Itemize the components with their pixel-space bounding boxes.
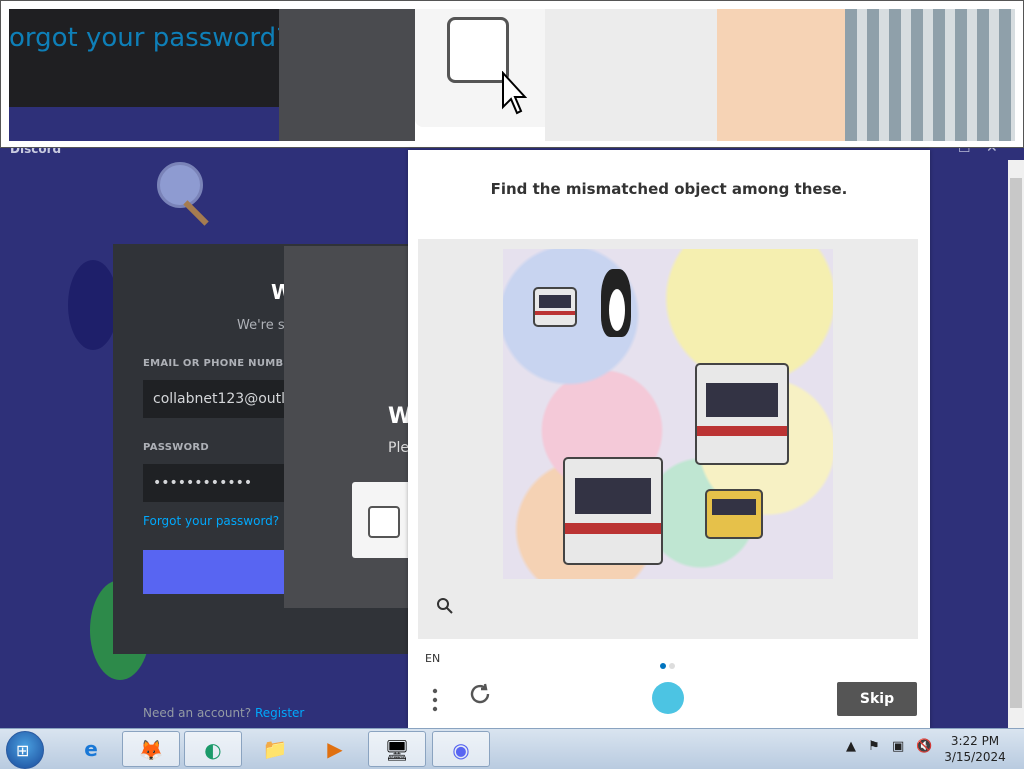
- vertical-dots-icon[interactable]: [432, 688, 438, 712]
- zoom-gray-segment: [279, 9, 415, 141]
- flag-icon[interactable]: ⚑: [868, 739, 880, 754]
- taskbar: ⊞ e 🦊 ◐ 📁 ▶ 🖥 ◉ ▲ ⚑ ▣ 🔇 3:22 PM 3/15/202…: [0, 728, 1024, 769]
- volume-muted-icon[interactable]: 🔇: [916, 739, 932, 754]
- hcaptcha-challenge: Find the mismatched object among these. …: [408, 150, 930, 728]
- clock-date: 3/15/2024: [944, 750, 1006, 764]
- file-explorer-icon[interactable]: 📁: [246, 731, 304, 767]
- zoom-checkbox: [447, 17, 509, 83]
- challenge-image[interactable]: [503, 249, 833, 579]
- penguin-image: [601, 269, 631, 337]
- challenge-image-area: [418, 239, 918, 639]
- clock-time: 3:22 PM: [950, 734, 1000, 748]
- magnifier-illustration-icon: [157, 162, 203, 208]
- zoom-light-segment: [545, 9, 717, 141]
- hcaptcha-checkbox[interactable]: [368, 506, 400, 538]
- refresh-icon[interactable]: [468, 682, 492, 713]
- email-label: EMAIL OR PHONE NUMB: [143, 358, 284, 369]
- zoom-navy-band: [9, 107, 279, 141]
- register-link[interactable]: Register: [255, 706, 304, 720]
- bus-bottom-image: [563, 457, 663, 565]
- hcaptcha-logo-icon[interactable]: [652, 682, 684, 714]
- internet-explorer-icon[interactable]: e: [62, 731, 120, 767]
- page-dot: [669, 663, 675, 669]
- windows-flag-icon: ⊞: [16, 741, 30, 760]
- login-subtitle: We're s: [237, 318, 285, 333]
- page-dot-active: [660, 663, 666, 669]
- bus-yellow-image: [705, 489, 763, 539]
- language-selector[interactable]: EN: [425, 652, 440, 665]
- discord-taskbar-icon[interactable]: ◉: [432, 731, 490, 767]
- magnifier-handle: [183, 200, 209, 226]
- zoom-strip: orgot your password?: [0, 0, 1024, 148]
- network-app-icon[interactable]: 🖥: [368, 731, 426, 767]
- plant-illustration: [68, 260, 118, 350]
- edge-icon[interactable]: ◐: [184, 731, 242, 767]
- magnifier-icon[interactable]: [436, 597, 454, 620]
- clock[interactable]: 3:22 PM 3/15/2024: [940, 733, 1010, 765]
- forgot-password-link[interactable]: Forgot your password?: [143, 514, 279, 528]
- page-indicator: [660, 654, 678, 673]
- hcaptcha-overlay-subtitle: Ple: [388, 440, 409, 456]
- bus-large-image: [695, 363, 789, 465]
- zoom-peach-segment: [717, 9, 845, 141]
- tray-expand-icon[interactable]: ▲: [846, 739, 856, 754]
- scroll-thumb[interactable]: [1010, 178, 1022, 708]
- need-account-text: Need an account? Register: [143, 706, 304, 720]
- firefox-icon[interactable]: 🦊: [122, 731, 180, 767]
- scrollbar[interactable]: [1008, 160, 1024, 730]
- challenge-prompt: Find the mismatched object among these.: [490, 180, 848, 198]
- cursor-icon: [502, 71, 527, 115]
- network-icon[interactable]: ▣: [892, 739, 904, 754]
- password-label: PASSWORD: [143, 442, 210, 453]
- start-button[interactable]: ⊞: [6, 731, 44, 769]
- zoom-photo-segment: [845, 9, 1015, 141]
- skip-button[interactable]: Skip: [837, 682, 917, 716]
- bus-small-image: [533, 287, 577, 327]
- system-tray: ▲ ⚑ ▣ 🔇: [846, 739, 933, 754]
- media-player-icon[interactable]: ▶: [306, 731, 364, 767]
- zoom-forgot-text: orgot your password?: [9, 23, 290, 53]
- need-account-label: Need an account?: [143, 706, 252, 720]
- hcaptcha-checkbox-container: [352, 482, 412, 558]
